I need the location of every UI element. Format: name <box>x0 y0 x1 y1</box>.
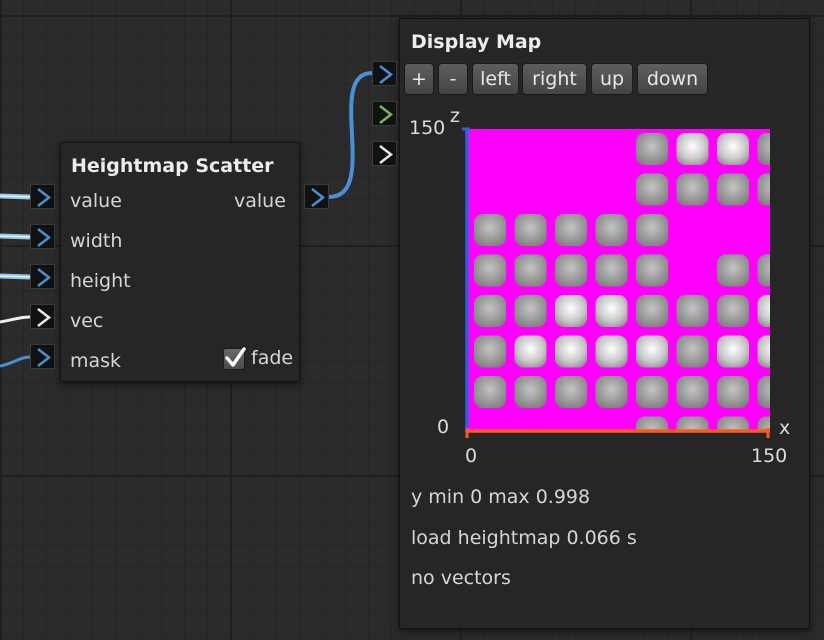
heightmap-scatter-node[interactable]: Heightmap Scatter value width height vec… <box>60 142 300 382</box>
node-title: Heightmap Scatter <box>71 155 274 177</box>
input-label-width: width <box>70 230 123 252</box>
heightmap-sample <box>636 254 668 287</box>
heightmap-sample <box>757 254 770 287</box>
heightmap-sample <box>717 133 749 165</box>
heightmap-sample <box>595 254 628 287</box>
heightmap-sample <box>555 295 587 327</box>
heightmap-sample <box>514 214 547 246</box>
wire-value[interactable] <box>0 193 31 200</box>
chevron-right-icon <box>37 228 52 247</box>
z-axis-min-label: 0 <box>437 416 450 438</box>
input-port-height[interactable] <box>30 264 55 289</box>
input-label-mask: mask <box>70 350 122 372</box>
heightmap-sample <box>636 295 668 327</box>
heightmap-sample <box>514 295 547 327</box>
input-label-vec: vec <box>70 310 104 332</box>
heightmap-sample <box>676 376 709 408</box>
heightmap-sample <box>595 214 628 246</box>
heightmap-sample <box>757 376 770 408</box>
output-label-value: value <box>234 190 286 212</box>
heightmap-sample <box>676 295 709 327</box>
wire-vec[interactable] <box>0 315 31 324</box>
chevron-right-icon <box>37 268 52 287</box>
output-port-value[interactable] <box>304 184 329 209</box>
heightmap-sample <box>474 335 506 368</box>
heightmap-sample <box>474 376 506 408</box>
heightmap-sample <box>555 335 587 368</box>
heightmap-sample <box>676 133 709 165</box>
fade-label: fade <box>251 347 294 369</box>
chevron-right-icon <box>379 145 394 164</box>
heightmap-sample <box>595 335 628 368</box>
input-port-value[interactable] <box>30 184 55 209</box>
chevron-right-icon <box>379 65 394 84</box>
z-axis-max-label: 150 <box>409 117 446 139</box>
heightmap-sample <box>555 214 587 246</box>
heightmap-sample <box>717 295 749 327</box>
heightmap-sample <box>757 173 770 206</box>
heightmap-sample <box>717 254 749 287</box>
x-axis-min-label: 0 <box>465 445 478 467</box>
input-port-green[interactable] <box>372 101 397 126</box>
wire-width[interactable] <box>0 233 31 240</box>
heightmap-sample <box>636 173 668 206</box>
fade-checkbox[interactable] <box>223 347 246 370</box>
chevron-right-icon <box>37 188 52 207</box>
input-port-width[interactable] <box>30 224 55 249</box>
input-label-value: value <box>70 190 122 212</box>
z-axis-label: z <box>450 105 460 127</box>
wire-mask[interactable] <box>0 355 31 368</box>
heightmap-sample <box>676 173 709 206</box>
heightmap-sample <box>595 295 628 327</box>
x-axis-label: x <box>779 417 791 439</box>
input-port-vec[interactable] <box>30 304 55 329</box>
heightmap-sample <box>717 173 749 206</box>
heightmap-sample <box>757 295 770 327</box>
heightmap-sample <box>514 376 547 408</box>
heightmap-sample <box>717 376 749 408</box>
chevron-right-icon <box>379 105 394 124</box>
heightmap-sample <box>757 133 770 165</box>
heightmap-sample <box>595 376 628 408</box>
heightmap-sample <box>757 335 770 368</box>
heightmap-sample <box>474 214 506 246</box>
heightmap-sample <box>474 295 506 327</box>
stat-vectors: no vectors <box>411 567 511 589</box>
wire-value-to-display-map[interactable] <box>328 71 373 199</box>
heightmap-sample <box>514 335 547 368</box>
input-port-vectors[interactable] <box>372 141 397 166</box>
heightmap-sample <box>676 335 709 368</box>
heightmap-sample <box>474 254 506 287</box>
heightmap-sample <box>514 254 547 287</box>
chevron-right-icon <box>37 348 52 367</box>
wire-height[interactable] <box>0 273 31 280</box>
input-port-mask[interactable] <box>30 344 55 369</box>
heightmap-sample <box>636 335 668 368</box>
heightmap-sample <box>636 133 668 165</box>
heightmap-sample <box>555 254 587 287</box>
heightmap-sample <box>555 376 587 408</box>
display-map-node[interactable]: Display Map + - left right up down 150 z… <box>399 18 810 629</box>
input-label-height: height <box>70 270 131 292</box>
stat-load-time: load heightmap 0.066 s <box>411 527 637 549</box>
stat-y-range: y min 0 max 0.998 <box>411 486 591 508</box>
chevron-right-icon <box>37 308 52 327</box>
heightmap-sample <box>717 335 749 368</box>
input-port-map[interactable] <box>372 61 397 86</box>
heightmap-sample <box>636 214 668 246</box>
checkmark-icon <box>225 347 246 367</box>
heightmap-sample <box>636 376 668 408</box>
chevron-right-icon <box>311 188 326 207</box>
x-axis-max-label: 150 <box>751 445 788 467</box>
